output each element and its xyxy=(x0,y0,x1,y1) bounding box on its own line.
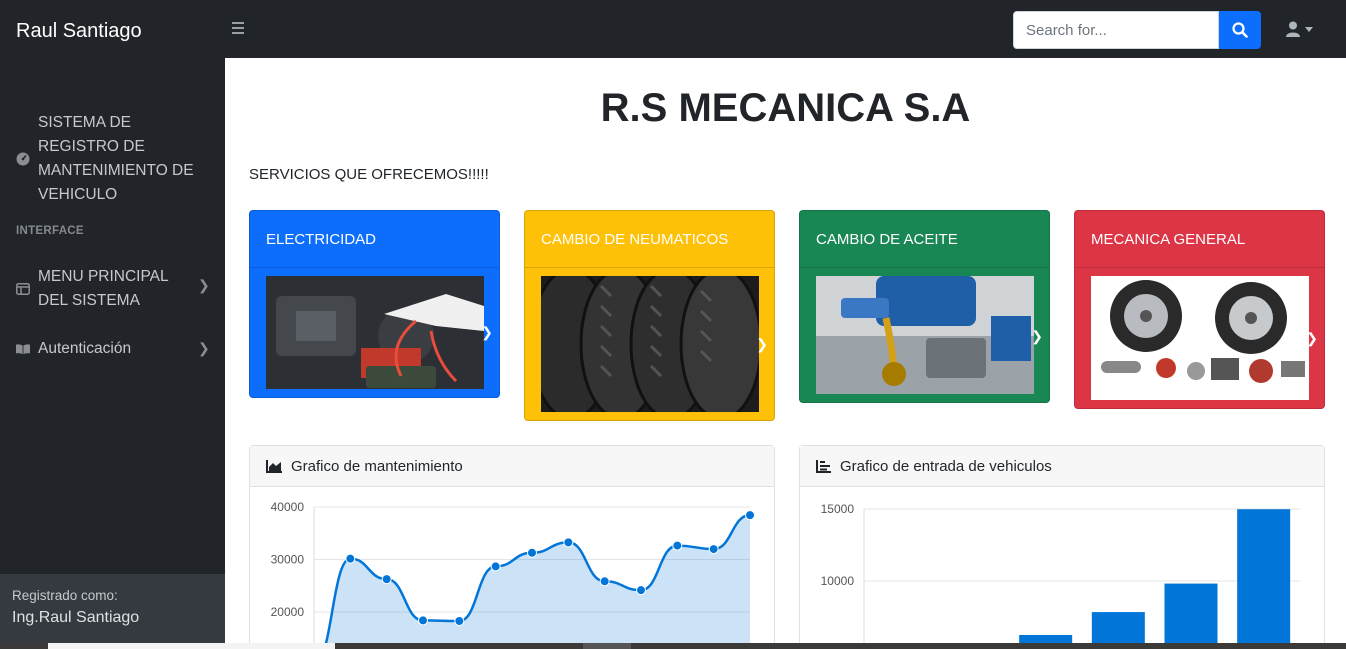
main-content: R.S MECANICA S.A SERVICIOS QUE OFRECEMOS… xyxy=(225,58,1346,643)
vehicles-bar-chart: 15000100005000 xyxy=(821,502,1300,643)
user-dropdown[interactable] xyxy=(1286,21,1313,37)
service-card-neumaticos[interactable]: CAMBIO DE NEUMATICOS ❯ xyxy=(524,210,775,421)
sidebar-footer: Registrado como: Ing.Raul Santiago xyxy=(0,574,225,649)
mechanics-parts-image xyxy=(1091,276,1309,400)
chart-area-icon xyxy=(266,460,282,473)
sidebar: SISTEMA DE REGISTRO DE MANTENIMIENTO DE … xyxy=(0,58,225,649)
service-card-mecanica[interactable]: MECANICA GENERAL ❯ xyxy=(1074,210,1325,409)
oil-change-image xyxy=(816,276,1034,394)
sidebar-item-dashboard[interactable]: SISTEMA DE REGISTRO DE MANTENIMIENTO DE … xyxy=(16,111,216,207)
panel-header: Grafico de entrada de vehiculos xyxy=(800,446,1324,487)
maintenance-chart-panel: Grafico de mantenimiento 40000 30000 20000… xyxy=(249,445,775,643)
data-point xyxy=(599,576,610,587)
sidebar-item-label: Autenticación xyxy=(38,340,132,357)
data-point xyxy=(490,561,501,572)
search-button[interactable] xyxy=(1219,11,1261,49)
chevron-right-icon: ❯ xyxy=(481,324,493,340)
panel-header: Grafico de mantenimiento xyxy=(250,446,774,487)
card-title: CAMBIO DE ACEITE xyxy=(800,211,1049,268)
bar xyxy=(1019,634,1073,643)
columns-icon xyxy=(16,283,30,295)
vehicles-chart-panel: Grafico de entrada de vehiculos 15000 100… xyxy=(799,445,1325,643)
y-tick-label: 20000 xyxy=(271,605,305,619)
taskbar-strip xyxy=(0,643,1346,649)
caret-down-icon xyxy=(1305,26,1313,32)
data-point xyxy=(672,540,683,551)
panel-title: Grafico de entrada de vehiculos xyxy=(840,457,1052,475)
data-point xyxy=(563,537,574,548)
sidebar-item-label: SISTEMA DE REGISTRO DE MANTENIMIENTO DE … xyxy=(38,114,194,203)
y-tick-label: 15000 xyxy=(821,502,855,516)
top-navbar: Raul Santiago xyxy=(0,2,1346,58)
tires-image xyxy=(541,276,759,412)
data-point xyxy=(527,547,537,558)
chevron-right-icon: ❯ xyxy=(1031,328,1043,344)
page-title: R.S MECANICA S.A xyxy=(600,86,971,130)
bar xyxy=(1091,612,1145,643)
sidebar-item-autenticacion[interactable]: Autenticación xyxy=(16,337,131,361)
y-tick-label: 10000 xyxy=(821,574,855,588)
card-title: ELECTRICIDAD xyxy=(250,211,499,268)
data-point xyxy=(636,585,646,596)
service-card-electricidad[interactable]: ELECTRICIDAD ❯ xyxy=(249,210,500,398)
brand-link[interactable]: Raul Santiago xyxy=(16,20,142,43)
panel-title: Grafico de mantenimiento xyxy=(291,457,463,475)
data-point xyxy=(418,615,428,626)
chevron-right-icon: ❯ xyxy=(1306,330,1318,346)
search-input[interactable] xyxy=(1013,11,1219,49)
sidebar-toggle-button[interactable] xyxy=(232,19,250,41)
tachometer-icon xyxy=(16,152,30,166)
data-point xyxy=(454,615,465,626)
card-title: MECANICA GENERAL xyxy=(1075,211,1324,268)
data-point xyxy=(381,574,392,585)
card-title: CAMBIO DE NEUMATICOS xyxy=(525,211,774,268)
chevron-right-icon: ❯ xyxy=(198,340,210,356)
search-form xyxy=(1013,11,1261,49)
sidebar-item-menu-principal[interactable]: MENU PRINCIPAL DEL SISTEMA xyxy=(16,265,201,313)
data-point xyxy=(345,553,356,564)
y-tick-label: 30000 xyxy=(271,553,305,567)
services-heading: SERVICIOS QUE OFRECEMOS!!!!! xyxy=(249,166,489,183)
book-open-icon xyxy=(16,343,30,355)
chart-bar-icon xyxy=(816,460,831,473)
logged-in-user: Ing.Raul Santiago xyxy=(12,609,140,626)
maintenance-area-chart: 40000300002000010000 xyxy=(271,500,755,643)
electricity-image xyxy=(266,276,484,389)
sidebar-heading: INTERFACE xyxy=(16,225,84,237)
service-card-aceite[interactable]: CAMBIO DE ACEITE ❯ xyxy=(799,210,1050,403)
data-point xyxy=(745,510,755,521)
logged-in-label: Registrado como: xyxy=(12,588,118,603)
bar xyxy=(1164,583,1218,643)
search-icon xyxy=(1232,22,1248,38)
user-icon xyxy=(1286,21,1300,37)
sidebar-item-label: MENU PRINCIPAL DEL SISTEMA xyxy=(38,268,169,309)
chevron-right-icon: ❯ xyxy=(756,336,768,352)
chevron-right-icon: ❯ xyxy=(198,277,210,293)
bar xyxy=(1237,509,1291,643)
data-point xyxy=(708,544,719,555)
y-tick-label: 40000 xyxy=(271,500,305,514)
